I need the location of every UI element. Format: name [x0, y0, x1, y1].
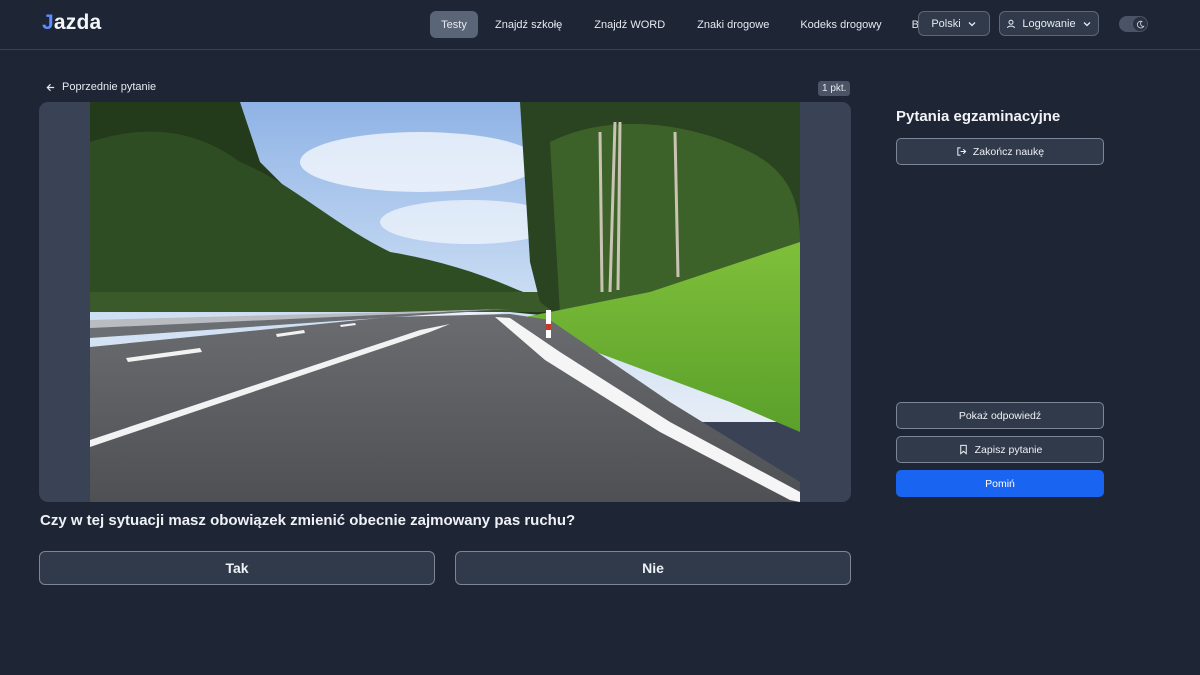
arrow-left-icon: [46, 83, 55, 91]
sidebar-title: Pytania egzaminacyjne: [896, 108, 1061, 125]
finish-learning-label: Zakończ naukę: [972, 145, 1045, 158]
previous-question-label: Poprzednie pytanie: [62, 81, 157, 93]
moon-icon: [1136, 20, 1145, 28]
logo[interactable]: Jazda: [42, 10, 101, 36]
skip-button[interactable]: Pomiń: [896, 470, 1104, 497]
login-label: Logowanie: [1022, 17, 1076, 30]
nav-item-znaki-drogowe[interactable]: Znaki drogowe: [684, 11, 782, 38]
show-answer-label: Pokaż odpowiedź: [958, 409, 1042, 422]
exit-icon: [957, 147, 967, 156]
nav-item-znajdz-szkole[interactable]: Znajdź szkołę: [482, 11, 575, 38]
logo-text: azda: [53, 11, 102, 34]
previous-question-link[interactable]: Poprzednie pytanie: [45, 81, 156, 93]
skip-label: Pomiń: [985, 477, 1015, 490]
answer-yes-button[interactable]: Tak: [39, 551, 435, 585]
show-answer-button[interactable]: Pokaż odpowiedź: [896, 402, 1104, 429]
save-question-label: Zapisz pytanie: [974, 443, 1043, 456]
road-scene-image: [90, 102, 800, 502]
top-navbar: Jazda Testy Znajdź szkołę Znajdź WORD Zn…: [0, 0, 1200, 50]
nav-item-znajdz-word[interactable]: Znajdź WORD: [581, 11, 678, 38]
bookmark-icon: [959, 444, 967, 455]
chevron-down-icon: [968, 21, 976, 26]
save-question-button[interactable]: Zapisz pytanie: [896, 436, 1104, 463]
theme-toggle-knob: [1133, 17, 1147, 31]
main-nav: Testy Znajdź szkołę Znajdź WORD Znaki dr…: [430, 11, 951, 38]
points-badge: 1 pkt.: [818, 81, 851, 96]
question-text: Czy w tej sytuacji masz obowiązek zmieni…: [40, 512, 576, 529]
user-icon: [1007, 19, 1016, 28]
language-label: Polski: [931, 17, 961, 30]
theme-toggle[interactable]: [1119, 16, 1148, 32]
nav-item-kodeks-drogowy[interactable]: Kodeks drogowy: [787, 11, 894, 38]
language-select[interactable]: Polski: [918, 11, 990, 36]
login-button[interactable]: Logowanie: [999, 11, 1099, 36]
nav-item-testy[interactable]: Testy: [430, 11, 478, 38]
question-media: [39, 102, 851, 502]
finish-learning-button[interactable]: Zakończ naukę: [896, 138, 1104, 165]
answer-no-button[interactable]: Nie: [455, 551, 851, 585]
chevron-down-icon: [1083, 21, 1091, 26]
logo-mark: J: [42, 11, 54, 34]
